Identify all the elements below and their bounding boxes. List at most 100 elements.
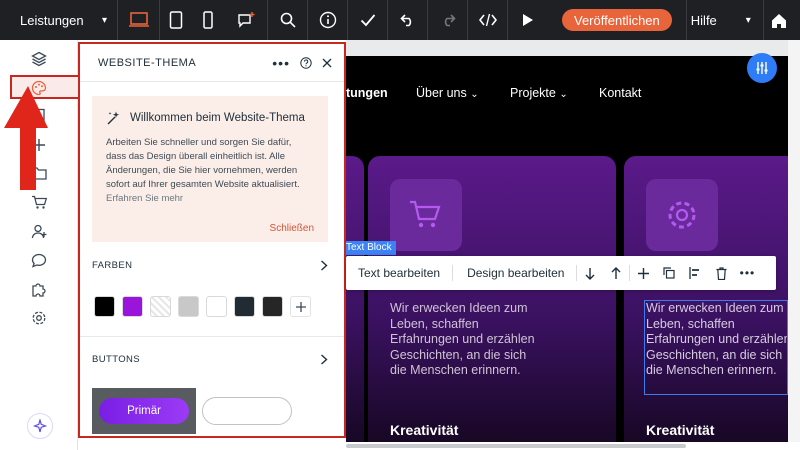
delete-button[interactable] [708, 256, 734, 290]
cart-icon [31, 195, 47, 209]
chat-button[interactable] [28, 249, 50, 271]
play-icon [523, 14, 533, 26]
site-preview: tungen Über uns ⌄ Projekte ⌄ Kontakt Wir… [346, 56, 788, 450]
undo-button[interactable] [388, 0, 428, 40]
help-icon[interactable] [300, 56, 312, 69]
primary-button-sample: Primär [99, 398, 189, 424]
sparkle-icon [33, 419, 47, 433]
more-options-icon[interactable]: ••• [272, 55, 290, 71]
dev-mode-button[interactable] [468, 0, 508, 40]
puzzle-icon [32, 283, 46, 297]
tablet-icon [169, 11, 183, 29]
buttons-section-header[interactable]: BUTTONS [92, 350, 328, 368]
add-icon [295, 301, 306, 312]
comment-button[interactable] [224, 0, 268, 40]
arrow-down-icon [585, 267, 595, 280]
colors-label: FARBEN [92, 259, 133, 271]
tablet-view-button[interactable] [160, 0, 192, 40]
primary-button-preview[interactable]: Primär [92, 388, 196, 434]
redo-button[interactable] [428, 0, 468, 40]
color-swatch[interactable] [262, 296, 283, 317]
publish-button[interactable]: Veröffentlichen [562, 9, 672, 31]
desktop-icon [128, 12, 149, 27]
ai-assistant-button[interactable] [27, 413, 53, 439]
info-button[interactable] [308, 0, 348, 40]
welcome-body: Arbeiten Sie schneller und sorgen Sie da… [106, 137, 300, 190]
color-swatch[interactable] [206, 296, 227, 317]
mobile-view-button[interactable] [192, 0, 224, 40]
add-color-button[interactable] [290, 296, 311, 317]
nav-item-about[interactable]: Über uns ⌄ [416, 86, 479, 100]
help-menu[interactable]: Hilfe ▾ [685, 0, 764, 40]
chevron-down-icon: ▾ [745, 14, 751, 26]
add-button[interactable] [630, 256, 656, 290]
save-check-button[interactable] [348, 0, 388, 40]
color-swatch[interactable] [94, 296, 115, 317]
nav-item-contact[interactable]: Kontakt [599, 86, 641, 100]
preview-button[interactable] [508, 0, 548, 40]
comment-add-icon [237, 12, 254, 28]
settings-button[interactable] [28, 307, 50, 329]
arrow-up-icon [611, 266, 621, 279]
help-label: Hilfe [690, 12, 717, 28]
color-swatches [94, 296, 311, 317]
nav-item-label: Projekte [510, 86, 556, 100]
align-button[interactable] [682, 256, 708, 290]
layers-icon [31, 51, 47, 67]
top-bar: Leistungen ▾ Veröffentlichen Hilfe ▾ [0, 0, 800, 40]
text-block-tag: Text Block [346, 241, 396, 255]
section-divider [80, 336, 344, 337]
colors-section-header[interactable]: FARBEN [92, 256, 328, 274]
settings-icon [32, 311, 46, 325]
welcome-title-text: Willkommen beim Website-Thema [130, 112, 305, 124]
service-card-icon [646, 179, 718, 251]
check-icon [360, 14, 375, 27]
info-icon [319, 11, 336, 29]
chevron-down-icon: ⌄ [470, 89, 479, 100]
annotation-arrow [4, 86, 48, 190]
duplicate-button[interactable] [656, 256, 682, 290]
color-swatch[interactable] [122, 296, 143, 317]
search-icon [280, 12, 296, 28]
nav-item-projects[interactable]: Projekte ⌄ [510, 86, 568, 100]
scrollbar-thumb[interactable] [346, 444, 686, 448]
move-up-button[interactable] [603, 256, 629, 290]
color-swatch[interactable] [234, 296, 255, 317]
desktop-view-button[interactable] [118, 0, 160, 40]
horizontal-scrollbar[interactable] [346, 442, 800, 450]
more-button[interactable]: ••• [734, 256, 760, 290]
mobile-icon [203, 11, 213, 29]
design-settings-button[interactable] [747, 53, 777, 83]
edit-text-button[interactable]: Text bearbeiten [346, 266, 452, 280]
nav-item[interactable]: tungen [346, 86, 388, 100]
secondary-button-preview[interactable] [202, 397, 292, 425]
page-selector[interactable]: Leistungen ▾ [0, 0, 118, 40]
element-toolbar: Text bearbeiten Design bearbeiten ••• [346, 256, 776, 290]
color-swatch[interactable] [178, 296, 199, 317]
more-options-icon: ••• [739, 266, 756, 280]
edit-design-button[interactable]: Design bearbeiten [453, 266, 576, 280]
nav-item-label: Über uns [416, 86, 467, 100]
vertical-scrollbar[interactable] [788, 40, 800, 450]
selection-outline [644, 300, 788, 395]
welcome-title: Willkommen beim Website-Thema [106, 110, 314, 126]
device-switcher [118, 0, 268, 40]
zoom-button[interactable] [268, 0, 308, 40]
welcome-description: Arbeiten Sie schneller und sorgen Sie da… [106, 136, 314, 206]
service-card-heading: Kreativität [390, 422, 459, 438]
layers-button[interactable] [28, 48, 50, 70]
learn-more-link[interactable]: Erfahren Sie mehr [106, 193, 183, 204]
members-button[interactable] [28, 220, 50, 242]
store-button[interactable] [28, 191, 50, 213]
undo-icon [399, 14, 411, 27]
close-icon[interactable] [322, 58, 332, 68]
magic-wand-icon [107, 111, 120, 125]
welcome-close-button[interactable]: Schließen [270, 223, 314, 234]
apps-button[interactable] [28, 278, 50, 300]
chevron-right-icon [321, 259, 328, 271]
color-swatch[interactable] [150, 296, 171, 317]
move-down-button[interactable] [577, 256, 603, 290]
panel-actions: ••• [272, 55, 344, 71]
sliders-icon [756, 62, 768, 74]
home-button[interactable] [764, 0, 794, 40]
